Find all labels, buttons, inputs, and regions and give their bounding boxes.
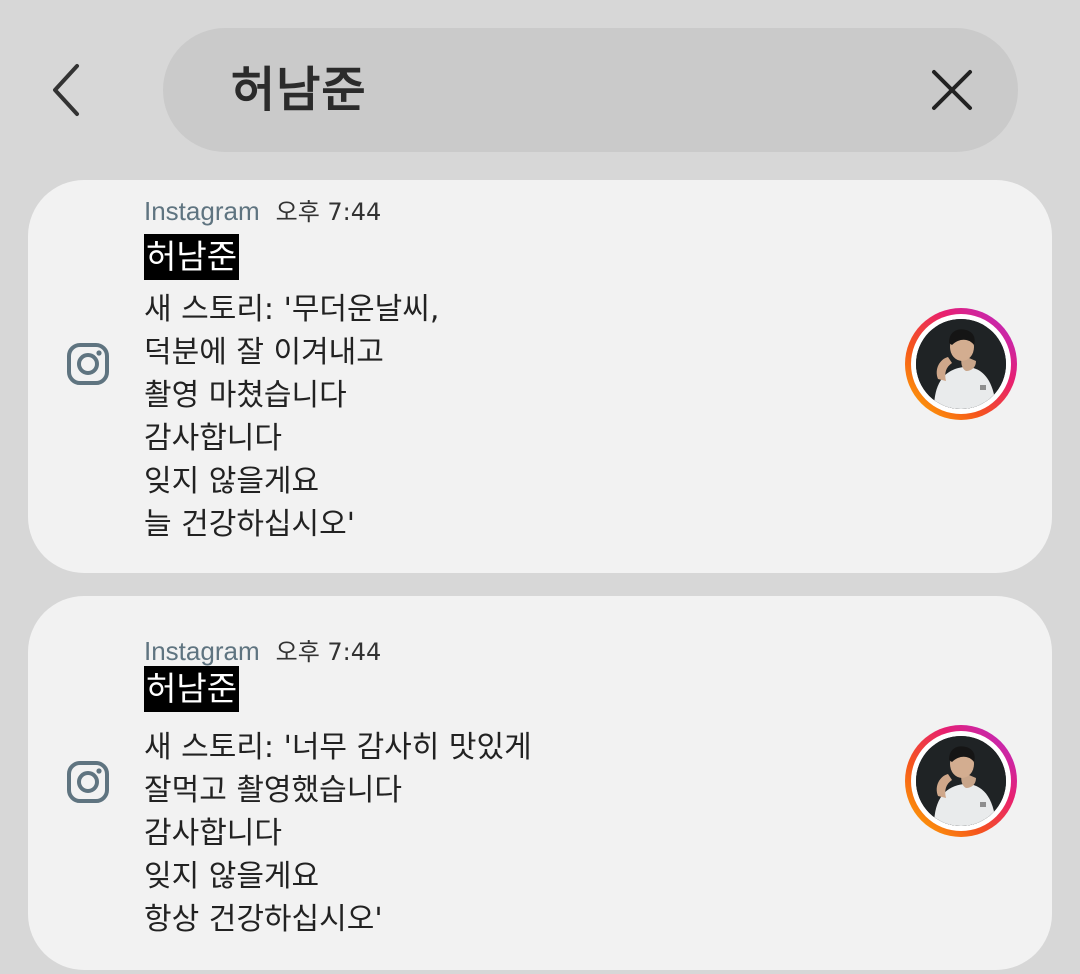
message-line: 새 스토리: '너무 감사히 맛있게 [144,730,532,765]
notification-header: Instagram 오후 7:44 [144,632,381,667]
notification-time: 오후 7:44 [275,198,382,226]
story-avatar[interactable] [905,725,1017,837]
sender-name: 허남준 [144,666,240,712]
instagram-icon [67,343,109,385]
message-line: 새 스토리: '무더운날씨, [144,292,440,327]
notification-card[interactable]: Instagram 오후 7:44 허남준 새 스토리: '무더운날씨, 덕분에… [28,180,1052,573]
back-button[interactable] [36,55,96,125]
clear-search-button[interactable] [926,64,978,116]
sender-name: 허남준 [144,234,240,280]
message-line: 항상 건강하십시오' [144,902,383,937]
avatar-ring-gap [911,731,1011,831]
avatar-photo [916,319,1006,409]
message-line: 감사합니다 [144,421,282,456]
story-avatar[interactable] [905,308,1017,420]
message-line: 감사합니다 [144,816,282,851]
search-query[interactable]: 허남준 [231,58,366,122]
avatar-ring-gap [911,314,1011,414]
chevron-left-icon [53,64,79,116]
notification-body: 새 스토리: '무더운날씨, 덕분에 잘 이겨내고 촬영 마쳤습니다 감사합니다… [144,288,439,546]
message-line: 잊지 않을게요 [144,859,320,894]
instagram-icon [67,761,109,803]
message-line: 촬영 마쳤습니다 [144,378,347,413]
search-bar[interactable]: 허남준 [163,28,1018,152]
notification-card[interactable]: Instagram 오후 7:44 허남준 새 스토리: '너무 감사히 맛있게… [28,596,1052,970]
message-line: 잘먹고 촬영했습니다 [144,773,402,808]
notification-header: Instagram 오후 7:44 [144,192,381,227]
message-line: 늘 건강하십시오' [144,507,355,542]
message-line: 덕분에 잘 이겨내고 [144,335,384,370]
notification-time: 오후 7:44 [275,638,382,666]
close-icon [932,70,972,110]
notification-body: 새 스토리: '너무 감사히 맛있게 잘먹고 촬영했습니다 감사합니다 잊지 않… [144,726,532,941]
app-name: Instagram [144,636,260,666]
avatar-photo [916,736,1006,826]
app-name: Instagram [144,196,260,226]
message-line: 잊지 않을게요 [144,464,320,499]
